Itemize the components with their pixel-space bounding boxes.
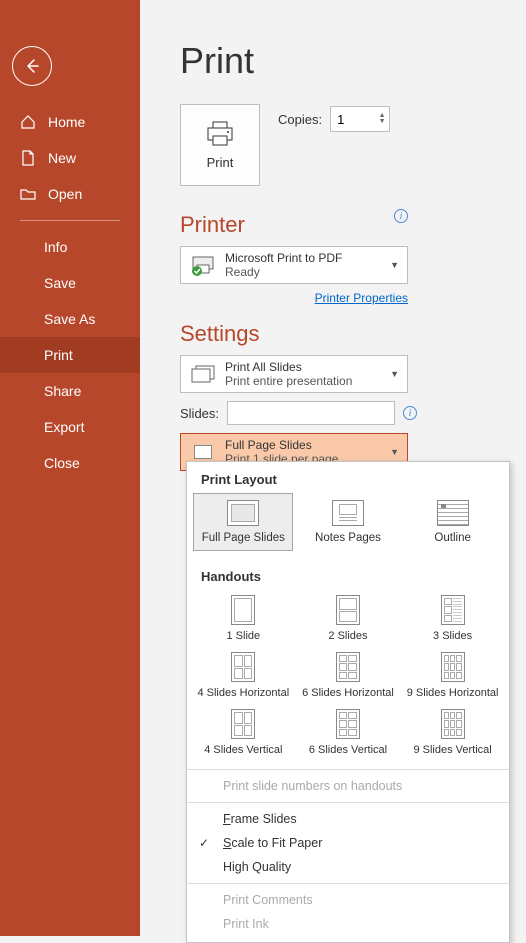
option-high-quality[interactable]: High Quality — [187, 855, 509, 879]
copies-label: Copies: — [278, 112, 322, 127]
sidebar-label-new: New — [48, 150, 76, 166]
printer-status-icon — [190, 254, 216, 276]
handout-9h-icon — [441, 652, 465, 682]
handout-6-vertical[interactable]: 6 Slides Vertical — [296, 704, 401, 761]
print-layout-header: Print Layout — [187, 462, 509, 493]
handout-9-horizontal[interactable]: 9 Slides Horizontal — [400, 647, 505, 704]
print-range-dropdown[interactable]: Print All Slides Print entire presentati… — [180, 355, 408, 393]
home-icon — [20, 114, 36, 130]
layout-title: Full Page Slides — [225, 438, 382, 452]
sidebar-divider — [20, 220, 120, 221]
slides-stack-icon — [190, 364, 216, 384]
handout-4v-icon — [231, 709, 255, 739]
notes-thumb-icon — [332, 500, 364, 526]
sidebar-item-saveas[interactable]: Save As — [0, 301, 140, 337]
backstage-sidebar: Home New Open Info Save Save As Print Sh… — [0, 0, 140, 936]
printer-dropdown[interactable]: Microsoft Print to PDF Ready ▼ — [180, 246, 408, 284]
open-icon — [20, 186, 36, 202]
slides-info-icon[interactable]: i — [403, 406, 417, 420]
layout-notes-pages[interactable]: Notes Pages — [298, 493, 398, 551]
print-range-sub: Print entire presentation — [225, 374, 382, 388]
handout-4-vertical[interactable]: 4 Slides Vertical — [191, 704, 296, 761]
option-frame-slides[interactable]: Frame Slides — [187, 807, 509, 831]
handout-4-horizontal[interactable]: 4 Slides Horizontal — [191, 647, 296, 704]
sidebar-item-new[interactable]: New — [0, 140, 140, 176]
sidebar-item-open[interactable]: Open — [0, 176, 140, 212]
back-button[interactable] — [12, 46, 52, 86]
sidebar-item-export[interactable]: Export — [0, 409, 140, 445]
printer-icon — [205, 121, 235, 147]
print-button-label: Print — [207, 155, 234, 170]
outline-thumb-icon — [437, 500, 469, 526]
menu-separator — [187, 802, 509, 803]
handout-2-slides[interactable]: 2 Slides — [296, 590, 401, 647]
layout-outline[interactable]: Outline — [403, 493, 503, 551]
printer-section-title: Printer — [180, 212, 245, 238]
sidebar-item-save[interactable]: Save — [0, 265, 140, 301]
dropdown-caret-icon: ▼ — [390, 369, 399, 379]
handout-6h-icon — [336, 652, 360, 682]
handout-1-icon — [231, 595, 255, 625]
handout-4h-icon — [231, 652, 255, 682]
full-page-thumb-icon — [227, 500, 259, 526]
dropdown-caret-icon: ▼ — [390, 447, 399, 457]
layout-full-page-slides[interactable]: Full Page Slides — [193, 493, 293, 551]
menu-separator — [187, 883, 509, 884]
slide-icon — [194, 445, 212, 459]
layout-dropdown-popup: Print Layout Full Page Slides Notes Page… — [186, 461, 510, 943]
option-print-comments: Print Comments — [187, 888, 509, 912]
handout-6v-icon — [336, 709, 360, 739]
print-button[interactable]: Print — [180, 104, 260, 186]
option-print-ink: Print Ink — [187, 912, 509, 936]
check-icon: ✓ — [199, 836, 209, 850]
printer-name: Microsoft Print to PDF — [225, 251, 382, 265]
print-range-title: Print All Slides — [225, 360, 382, 374]
sidebar-label-open: Open — [48, 186, 82, 202]
menu-separator — [187, 769, 509, 770]
page-title: Print — [180, 40, 526, 82]
sidebar-item-share[interactable]: Share — [0, 373, 140, 409]
handout-9v-icon — [441, 709, 465, 739]
handout-2-icon — [336, 595, 360, 625]
back-arrow-icon — [23, 57, 41, 75]
slides-label: Slides: — [180, 406, 219, 421]
sidebar-item-info[interactable]: Info — [0, 229, 140, 265]
handout-9-vertical[interactable]: 9 Slides Vertical — [400, 704, 505, 761]
sidebar-label-home: Home — [48, 114, 85, 130]
new-icon — [20, 150, 36, 166]
settings-section-title: Settings — [180, 321, 526, 347]
option-slide-numbers: Print slide numbers on handouts — [187, 774, 509, 798]
printer-info-icon[interactable]: i — [394, 209, 408, 223]
sidebar-item-close[interactable]: Close — [0, 445, 140, 481]
copies-spinner[interactable]: ▲▼ — [376, 107, 388, 131]
sidebar-item-home[interactable]: Home — [0, 104, 140, 140]
handouts-header: Handouts — [187, 559, 509, 590]
slides-input[interactable] — [227, 401, 395, 425]
printer-status: Ready — [225, 265, 382, 279]
printer-properties-link[interactable]: Printer Properties — [315, 291, 408, 305]
handout-3-slides[interactable]: 3 Slides — [400, 590, 505, 647]
dropdown-caret-icon: ▼ — [390, 260, 399, 270]
handout-3-icon — [441, 595, 465, 625]
option-scale-to-fit[interactable]: ✓Scale to Fit Paper — [187, 831, 509, 855]
handout-6-horizontal[interactable]: 6 Slides Horizontal — [296, 647, 401, 704]
sidebar-item-print[interactable]: Print — [0, 337, 140, 373]
handout-1-slide[interactable]: 1 Slide — [191, 590, 296, 647]
